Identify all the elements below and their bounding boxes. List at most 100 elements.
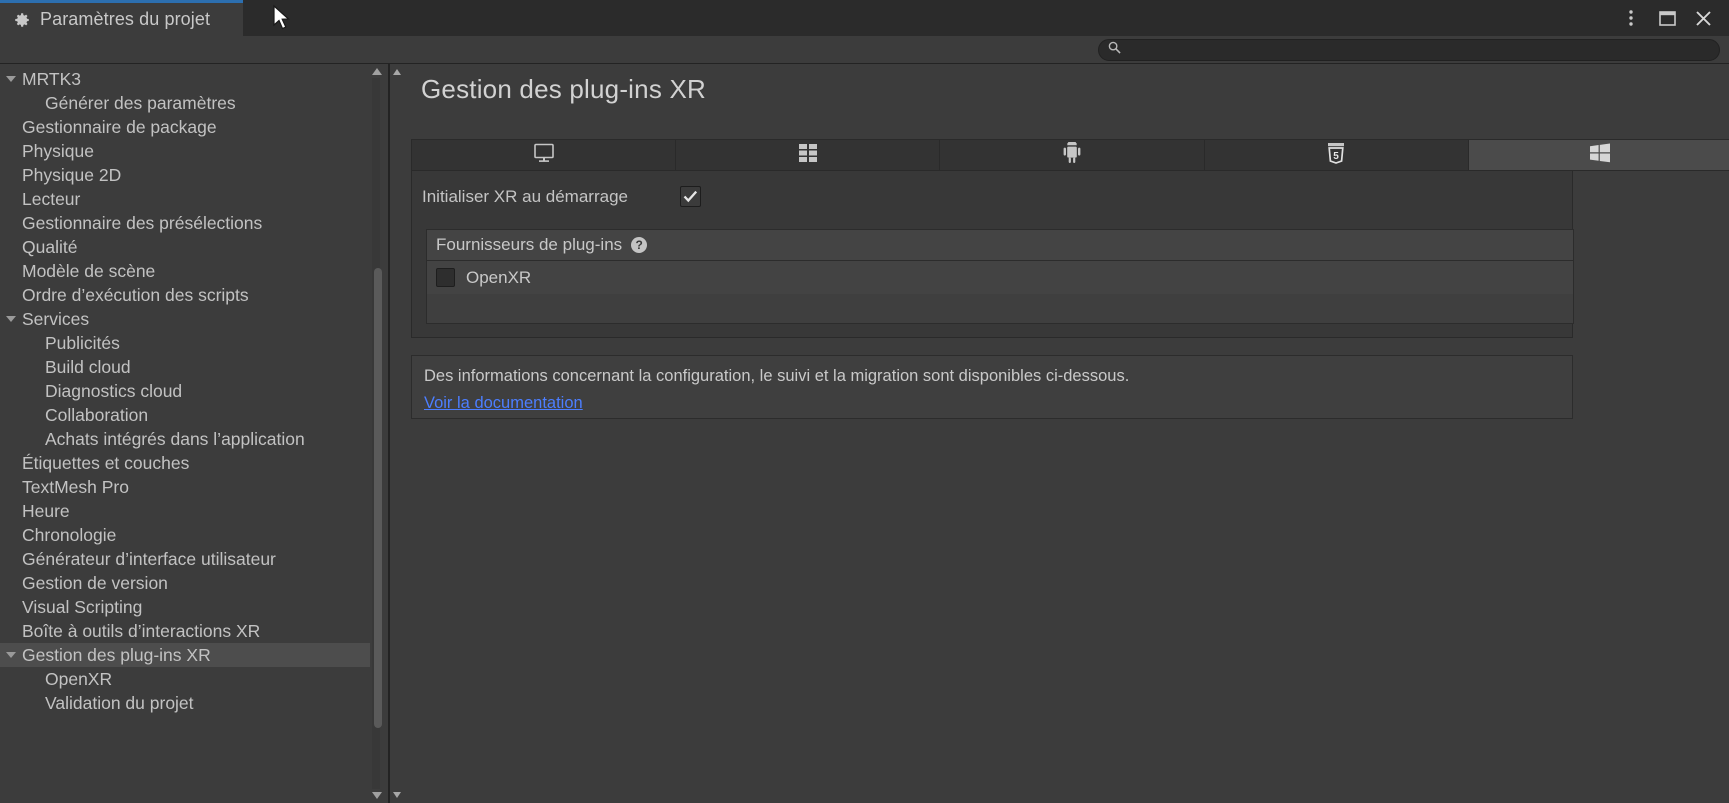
sidebar-item[interactable]: Boîte à outils d’interactions XR: [0, 619, 370, 643]
sidebar-item-label: TextMesh Pro: [22, 476, 129, 497]
sidebar-scroll-track[interactable]: [372, 78, 382, 789]
window-controls: [1613, 0, 1721, 36]
platform-tab-desktop-monitor[interactable]: [412, 140, 677, 170]
sidebar-item[interactable]: Générateur d’interface utilisateur: [0, 547, 370, 571]
sidebar-item-label: Physique 2D: [22, 164, 122, 185]
settings-tree: MRTK3 Générer des paramètres Gestionnaire …: [0, 67, 370, 715]
page-title: Gestion des plug-ins XR: [421, 74, 706, 104]
expand-triangle-icon[interactable]: [0, 316, 22, 322]
init-xr-checkbox[interactable]: [680, 186, 701, 207]
init-xr-label: Initialiser XR au démarrage: [422, 186, 628, 206]
chevron-down-icon: [6, 76, 16, 82]
provider-name-label: OpenXR: [466, 267, 532, 287]
sidebar-item[interactable]: Publicités: [0, 331, 370, 355]
more-options-button[interactable]: [1613, 0, 1649, 36]
sidebar-item-label: Achats intégrés dans l’application: [45, 428, 305, 449]
sidebar-item-label: Gestionnaire des présélections: [22, 212, 263, 233]
content-scroll-down-icon[interactable]: [393, 792, 401, 798]
sidebar-item[interactable]: Build cloud: [0, 355, 370, 379]
info-box: Des informations concernant la configura…: [411, 355, 1573, 419]
sidebar-item-label: Collaboration: [45, 404, 149, 425]
sidebar-item[interactable]: Services: [0, 307, 370, 331]
html5-webgl-icon: 5: [1327, 142, 1345, 169]
sidebar-item[interactable]: Étiquettes et couches: [0, 451, 370, 475]
platform-tab-windows-logo[interactable]: [1468, 140, 1729, 170]
plugin-provider-list: OpenXR: [427, 261, 1573, 294]
sidebar-item[interactable]: Validation du projet: [0, 691, 370, 715]
search-input[interactable]: [1127, 42, 1687, 58]
sidebar-item[interactable]: Modèle de scène: [0, 259, 370, 283]
info-text: Des informations concernant la configura…: [424, 367, 1130, 385]
sidebar-item-label: Gestion des plug-ins XR: [22, 644, 211, 665]
plugin-providers-header: Fournisseurs de plug-ins ?: [427, 230, 1573, 261]
chevron-down-icon: [6, 316, 16, 322]
sidebar-item[interactable]: Générer des paramètres: [0, 91, 370, 115]
platform-tab-html5-webgl[interactable]: 5: [1204, 140, 1469, 170]
sidebar-item[interactable]: Visual Scripting: [0, 595, 370, 619]
help-question-icon[interactable]: ?: [631, 237, 648, 253]
chevron-down-icon: [6, 652, 16, 658]
platform-tab-strip: 5: [411, 139, 1729, 171]
sidebar-item[interactable]: Achats intégrés dans l’application: [0, 427, 370, 451]
scroll-up-arrow-icon[interactable]: [372, 68, 382, 75]
sidebar-item-label: Gestionnaire de package: [22, 116, 217, 137]
scroll-down-arrow-icon[interactable]: [372, 792, 382, 799]
sidebar-item-label: Ordre d’exécution des scripts: [22, 284, 249, 305]
sidebar-item-label: Gestion de version: [22, 572, 168, 593]
sidebar-item[interactable]: Physique 2D: [0, 163, 370, 187]
content-scrollbar[interactable]: [390, 64, 404, 803]
sidebar-item-label: Modèle de scène: [22, 260, 156, 281]
sidebar-item[interactable]: TextMesh Pro: [0, 475, 370, 499]
sidebar-item[interactable]: Gestion des plug-ins XR: [0, 643, 370, 667]
sidebar-item[interactable]: Chronologie: [0, 523, 370, 547]
init-xr-row: Initialiser XR au démarrage: [422, 186, 701, 207]
sidebar-item[interactable]: MRTK3: [0, 67, 370, 91]
search-box[interactable]: [1098, 39, 1720, 61]
settings-sidebar: MRTK3 Générer des paramètres Gestionnaire …: [0, 64, 388, 803]
provider-checkbox[interactable]: [436, 268, 455, 287]
sidebar-item-label: Générateur d’interface utilisateur: [22, 548, 276, 569]
sidebar-item-label: Publicités: [45, 332, 120, 353]
toolbar-search-row: [0, 36, 1729, 64]
sidebar-item-label: Heure: [22, 500, 70, 521]
content-scroll-up-icon[interactable]: [393, 69, 401, 75]
main-body: MRTK3 Générer des paramètres Gestionnaire …: [0, 64, 1729, 803]
sidebar-item[interactable]: OpenXR: [0, 667, 370, 691]
sidebar-item[interactable]: Gestionnaire des présélections: [0, 211, 370, 235]
close-button[interactable]: [1685, 0, 1721, 36]
sidebar-item-label: Qualité: [22, 236, 78, 257]
maximize-button[interactable]: [1649, 0, 1685, 36]
sidebar-item[interactable]: Ordre d’exécution des scripts: [0, 283, 370, 307]
platform-tab-android-robot[interactable]: [940, 139, 1205, 170]
expand-triangle-icon[interactable]: [0, 652, 22, 658]
sidebar-item[interactable]: Gestionnaire de package: [0, 115, 370, 139]
sidebar-item-label: Services: [22, 308, 90, 329]
svg-text:5: 5: [1333, 151, 1339, 162]
sidebar-item[interactable]: Qualité: [0, 235, 370, 259]
search-icon: [1108, 41, 1121, 59]
sidebar-item[interactable]: Lecteur: [0, 187, 370, 211]
tab-project-settings[interactable]: Paramètres du projet: [0, 0, 243, 36]
sidebar-item[interactable]: Gestion de version: [0, 571, 370, 595]
tab-title-label: Paramètres du projet: [40, 9, 211, 29]
expand-triangle-icon[interactable]: [0, 76, 22, 82]
sidebar-item-label: Générer des paramètres: [45, 92, 236, 113]
sidebar-item[interactable]: Heure: [0, 499, 370, 523]
documentation-link[interactable]: Voir la documentation: [424, 394, 583, 413]
sidebar-item-label: Étiquettes et couches: [22, 452, 190, 473]
sidebar-item-label: Diagnostics cloud: [45, 380, 183, 401]
sidebar-scroll-thumb[interactable]: [374, 268, 382, 728]
sidebar-item-label: Build cloud: [45, 356, 131, 377]
platform-tab-dedicated-server[interactable]: [676, 140, 941, 170]
sidebar-item-label: Lecteur: [22, 188, 81, 209]
window-title-bar: Paramètres du projet: [0, 0, 1729, 36]
sidebar-item[interactable]: Collaboration: [0, 403, 370, 427]
plugin-provider-row[interactable]: OpenXR: [427, 261, 1573, 294]
sidebar-scrollbar[interactable]: [370, 64, 382, 803]
android-robot-icon: [1063, 139, 1081, 169]
sidebar-item[interactable]: Physique: [0, 139, 370, 163]
sidebar-item-label: Boîte à outils d’interactions XR: [22, 620, 261, 641]
desktop-monitor-icon: [533, 143, 555, 168]
sidebar-item[interactable]: Diagnostics cloud: [0, 379, 370, 403]
sidebar-item-label: MRTK3: [22, 68, 81, 89]
